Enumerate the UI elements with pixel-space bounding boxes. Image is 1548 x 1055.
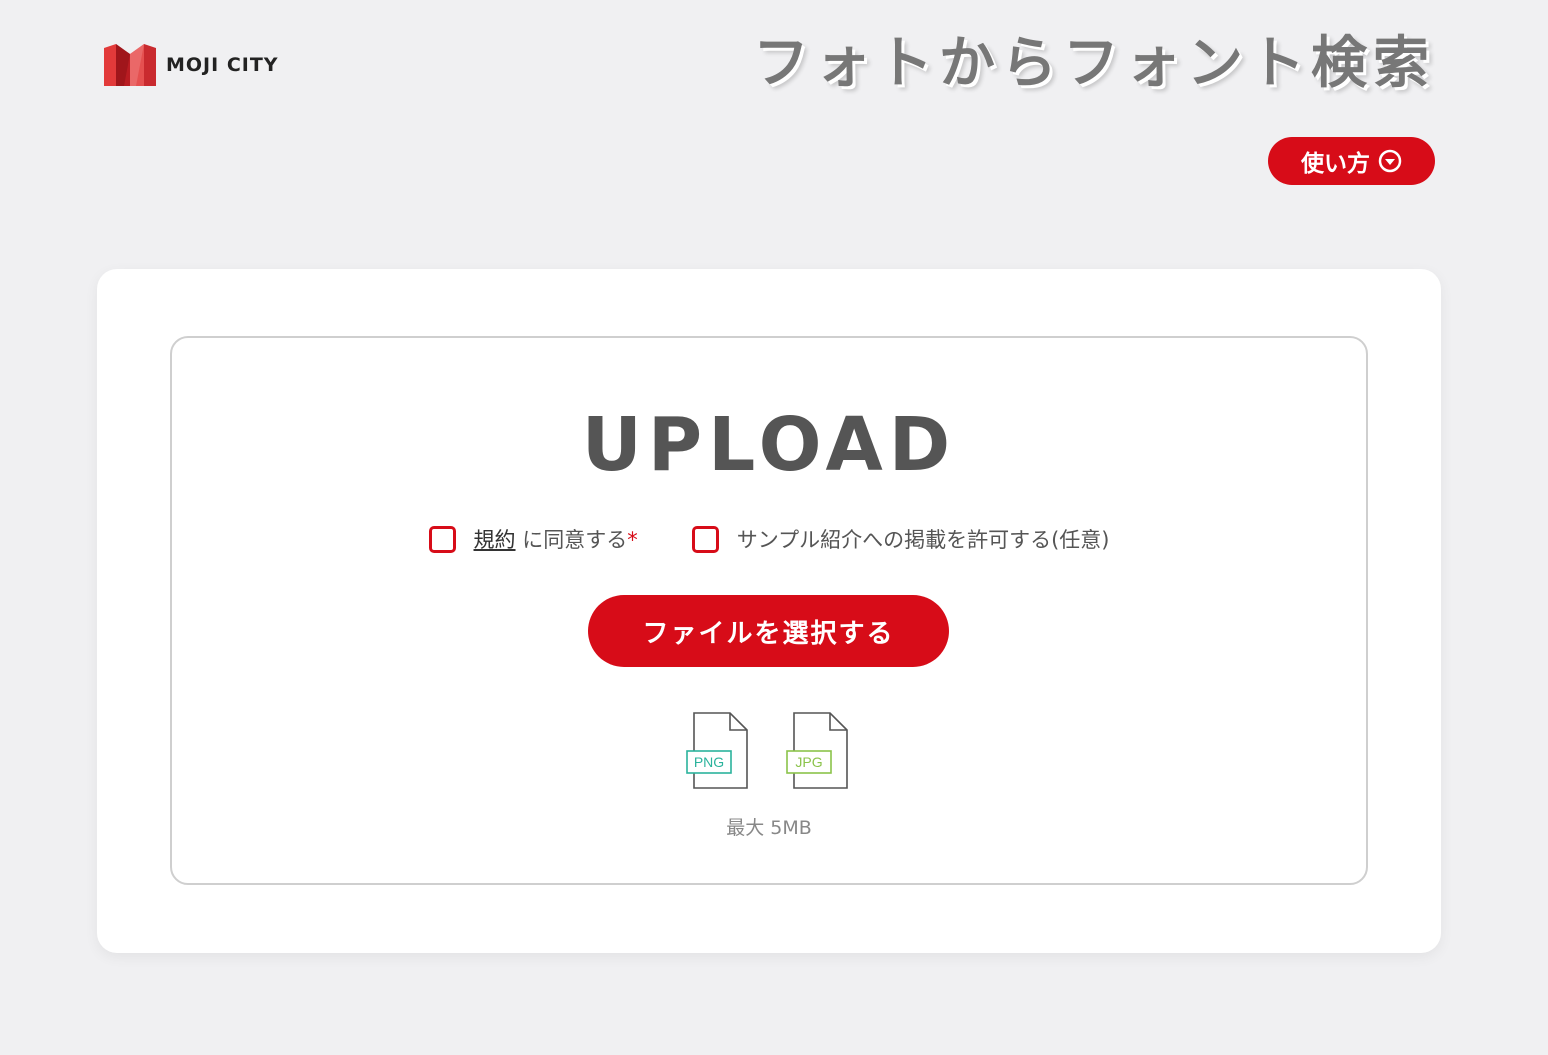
terms-checkbox-row[interactable]: 規約 に同意する*: [428, 524, 638, 554]
chevron-down-circle-icon: [1378, 149, 1402, 173]
select-file-button[interactable]: ファイルを選択する: [588, 595, 949, 667]
terms-suffix: に同意する: [522, 528, 628, 552]
site-title: フォトからフォント検索: [753, 31, 1435, 96]
howto-label: 使い方: [1301, 151, 1370, 177]
terms-label: 規約 に同意する*: [474, 524, 638, 554]
sample-consent-checkbox[interactable]: [691, 525, 719, 553]
sample-consent-label: サンプル紹介への掲載を許可する(任意): [736, 528, 1110, 552]
brand-name: MOJI CITY: [166, 53, 279, 76]
sample-consent-checkbox-row[interactable]: サンプル紹介への掲載を許可する(任意): [691, 524, 1110, 554]
file-types: PNG JPG: [172, 712, 1366, 790]
moji-city-logo-icon: [104, 44, 156, 86]
header: MOJI CITY フォトからフォント検索 使い方: [0, 0, 1548, 230]
max-size-note: 最大 5MB: [726, 817, 812, 839]
terms-checkbox[interactable]: [428, 525, 456, 553]
png-file-icon: PNG: [686, 712, 748, 789]
upload-card: UPLOAD 規約 に同意する* サンプル紹介への掲載を許可する(任意) ファイ…: [97, 269, 1441, 953]
upload-dropzone[interactable]: UPLOAD 規約 に同意する* サンプル紹介への掲載を許可する(任意) ファイ…: [170, 336, 1368, 885]
logo[interactable]: MOJI CITY: [104, 44, 279, 86]
png-label: PNG: [694, 754, 724, 770]
upload-title: UPLOAD: [581, 402, 957, 488]
jpg-file-icon: JPG: [786, 712, 848, 789]
consent-checkboxes: 規約 に同意する* サンプル紹介への掲載を許可する(任意): [172, 524, 1366, 554]
required-mark: *: [627, 528, 638, 552]
howto-button[interactable]: 使い方: [1268, 137, 1435, 185]
jpg-label: JPG: [795, 754, 822, 770]
terms-link[interactable]: 規約: [474, 528, 516, 552]
